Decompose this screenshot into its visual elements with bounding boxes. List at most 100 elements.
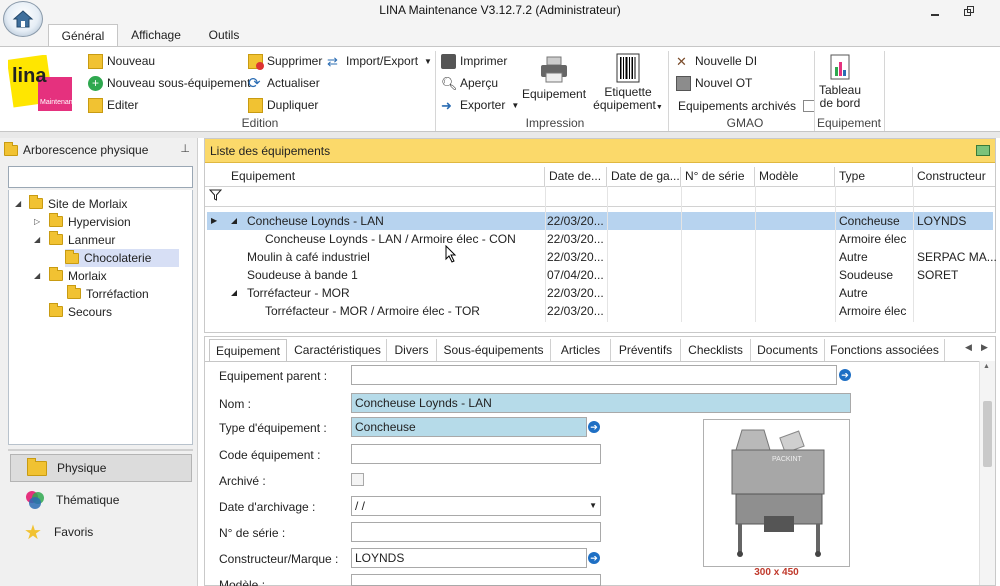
header-divider — [205, 186, 995, 187]
detail-scrollbar[interactable]: ▲ — [979, 361, 995, 585]
numero-serie-input[interactable] — [351, 522, 601, 542]
export-excel-icon[interactable] — [976, 145, 990, 156]
table-row[interactable]: ▶ ◢ Concheuse Loynds - LAN 22/03/20... C… — [207, 212, 993, 230]
tab-articles[interactable]: Articles — [551, 339, 611, 361]
machine-image — [731, 429, 825, 557]
tab-scroll-right-icon[interactable]: ▶ — [981, 342, 988, 353]
column-header-modele[interactable]: Modèle — [755, 167, 835, 186]
pane-splitter[interactable] — [8, 449, 193, 451]
tree-node-morlaix[interactable]: Morlaix — [49, 267, 107, 284]
tree-node-hypervision[interactable]: Hypervision — [49, 213, 131, 230]
equipment-label-button[interactable]: Etiquette équipement▼ — [592, 53, 664, 114]
table-row[interactable]: Torréfacteur - MOR / Armoire élec - TOR … — [207, 302, 993, 320]
label-archive: Archivé : — [219, 474, 266, 488]
dashboard-button[interactable]: Tableau de bord — [816, 53, 864, 110]
scroll-thumb[interactable] — [983, 401, 992, 467]
column-header-date-garantie[interactable]: Date de ga... — [607, 167, 681, 186]
label-numero-serie: N° de série : — [219, 526, 286, 540]
nav-favoris[interactable]: ★ Favoris — [10, 518, 192, 546]
tab-divers[interactable]: Divers — [387, 339, 437, 361]
tab-checklists[interactable]: Checklists — [681, 339, 751, 361]
go-arrow-icon[interactable]: ➔ — [839, 369, 851, 381]
equipment-detail-panel: Equipement Caractéristiques Divers Sous-… — [204, 336, 996, 586]
group-label-edition: Edition — [241, 116, 279, 130]
type-equipement-input[interactable]: Concheuse — [351, 417, 587, 437]
archive-checkbox[interactable] — [351, 473, 364, 486]
go-arrow-icon[interactable]: ➔ — [588, 421, 600, 433]
column-line — [681, 186, 682, 322]
column-line — [545, 186, 546, 322]
table-row[interactable]: Soudeuse à bande 1 07/04/20... Soudeuse … — [207, 266, 993, 284]
tree-node-lanmeur[interactable]: Lanmeur — [49, 231, 115, 248]
print-button[interactable]: Imprimer — [441, 51, 507, 71]
tab-caracteristiques[interactable]: Caractéristiques — [289, 339, 387, 361]
table-row[interactable]: Moulin à café industriel 22/03/20... Aut… — [207, 248, 997, 266]
refresh-button[interactable]: ⟳ Actualiser — [248, 73, 320, 93]
column-header-date[interactable]: Date de... — [545, 167, 607, 186]
delete-button[interactable]: Supprimer — [248, 51, 322, 71]
folder-icon — [65, 249, 79, 264]
new-sub-equipment-button[interactable]: + Nouveau sous-équipement — [88, 73, 250, 93]
code-equipement-input[interactable] — [351, 444, 601, 464]
table-row[interactable]: ◢ Torréfacteur - MOR 22/03/20... Autre — [207, 284, 993, 302]
export-button[interactable]: ➜ Exporter ▼ — [441, 95, 519, 115]
column-header-type[interactable]: Type — [835, 167, 913, 186]
nom-input[interactable]: Concheuse Loynds - LAN — [351, 393, 851, 413]
column-header-constructeur[interactable]: Constructeur — [913, 167, 991, 186]
chevron-down-icon[interactable]: ▼ — [589, 497, 597, 515]
folder-icon — [49, 303, 63, 317]
edit-button[interactable]: Editer — [88, 95, 138, 115]
label-modele: Modèle : — [219, 578, 266, 586]
collapse-icon[interactable]: ◢ — [34, 235, 40, 244]
filter-icon[interactable] — [208, 189, 223, 204]
tab-scroll-left-icon[interactable]: ◀ — [965, 342, 972, 353]
column-header-equipement[interactable]: Equipement — [227, 167, 545, 186]
printer-icon — [441, 53, 456, 69]
tree-node-torrefaction[interactable]: Torréfaction — [67, 285, 149, 302]
minimize-button[interactable] — [924, 2, 946, 20]
tab-fonctions-associees[interactable]: Fonctions associées — [825, 339, 945, 361]
tree-node-secours[interactable]: Secours — [49, 303, 112, 320]
date-archivage-input[interactable]: / / ▼ — [351, 496, 601, 516]
group-separator — [884, 51, 885, 131]
equipment-photo[interactable]: PACKINT — [703, 419, 850, 567]
expand-icon[interactable]: ▷ — [34, 217, 40, 226]
collapse-icon[interactable]: ◢ — [231, 212, 237, 230]
tree-node-site-de-morlaix[interactable]: Site de Morlaix — [29, 195, 127, 212]
column-header-serie[interactable]: N° de série — [681, 167, 755, 186]
lina-logo: lina Maintenance — [6, 54, 80, 113]
new-ot-button[interactable]: Nouvel OT — [676, 73, 752, 93]
tree-node-chocolaterie[interactable]: Chocolaterie — [65, 249, 180, 267]
preview-button[interactable]: 🔍︎ Aperçu — [441, 73, 498, 93]
tab-affichage[interactable]: Affichage — [122, 24, 190, 46]
new-button[interactable]: Nouveau — [88, 51, 155, 71]
nav-thematique[interactable]: Thématique — [10, 486, 192, 514]
restore-button[interactable] — [958, 2, 980, 20]
pin-icon[interactable]: ⊥ — [180, 142, 190, 155]
tab-preventifs[interactable]: Préventifs — [611, 339, 681, 361]
import-export-button[interactable]: ⇄ Import/Export ▼ — [327, 51, 432, 71]
collapse-icon[interactable]: ◢ — [231, 284, 237, 302]
collapse-icon[interactable]: ◢ — [15, 199, 21, 208]
tab-general[interactable]: Général — [48, 24, 118, 46]
nav-physique[interactable]: Physique — [10, 454, 192, 482]
constructeur-input[interactable]: LOYNDS — [351, 548, 587, 568]
tab-outils[interactable]: Outils — [196, 24, 252, 46]
new-di-button[interactable]: ✕ Nouvelle DI — [676, 51, 757, 71]
column-line — [835, 186, 836, 322]
tree-filter-input[interactable] — [8, 166, 193, 188]
tab-equipement[interactable]: Equipement — [209, 339, 287, 361]
archived-equipment-toggle[interactable]: Equipements archivés — [678, 96, 816, 116]
tab-documents[interactable]: Documents — [751, 339, 825, 361]
duplicate-button[interactable]: Dupliquer — [248, 95, 318, 115]
print-equipment-button[interactable]: Equipement — [522, 55, 586, 101]
table-row[interactable]: Concheuse Loynds - LAN / Armoire élec - … — [207, 230, 993, 248]
go-arrow-icon[interactable]: ➔ — [588, 552, 600, 564]
scroll-up-icon[interactable]: ▲ — [983, 363, 990, 370]
equipement-parent-input[interactable] — [351, 365, 837, 385]
app-menu-button[interactable] — [3, 1, 43, 37]
modele-input[interactable] — [351, 574, 601, 586]
collapse-icon[interactable]: ◢ — [34, 271, 40, 280]
column-line — [913, 186, 914, 322]
tab-sous-equipements[interactable]: Sous-équipements — [437, 339, 551, 361]
